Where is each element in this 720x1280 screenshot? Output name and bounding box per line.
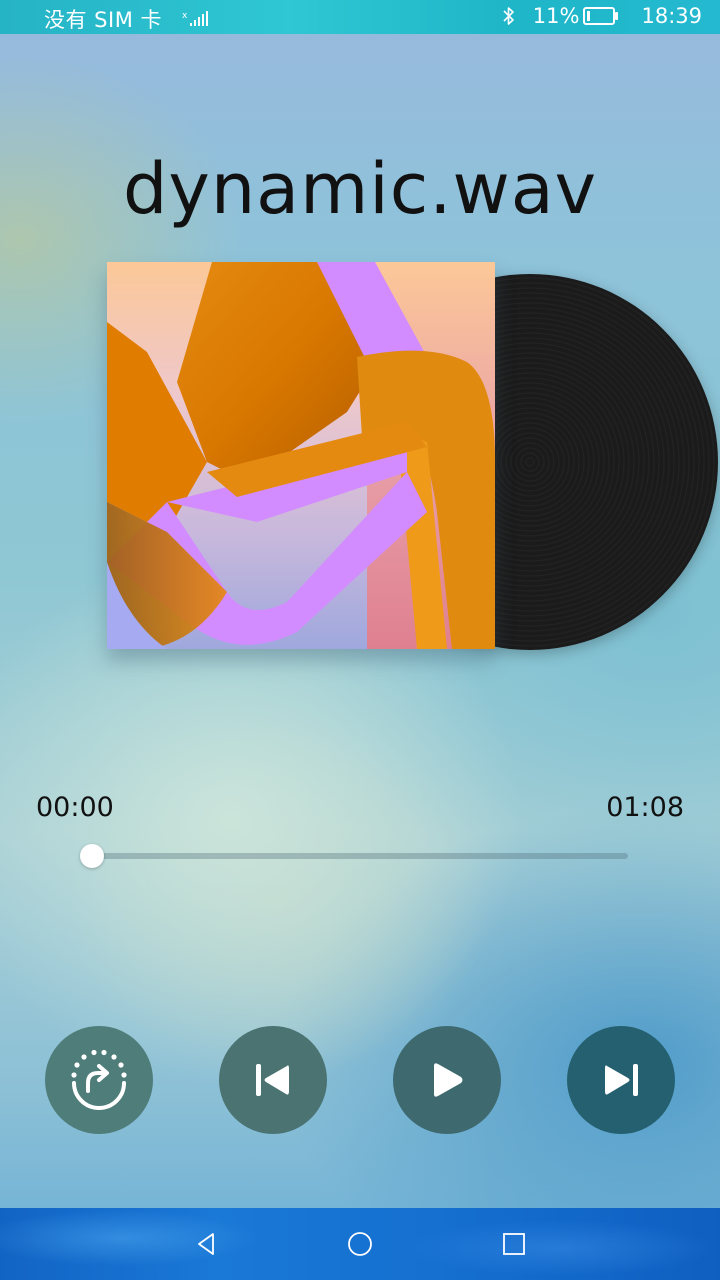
signal-icon: x: [182, 11, 208, 26]
previous-button[interactable]: [219, 1026, 327, 1134]
song-title: dynamic.wav: [122, 148, 598, 230]
svg-text:x: x: [182, 11, 188, 21]
play-button[interactable]: [393, 1026, 501, 1134]
album-cover: [107, 262, 495, 649]
next-button[interactable]: [567, 1026, 675, 1134]
album-art-area: [107, 262, 718, 682]
seek-bar[interactable]: [80, 844, 628, 868]
clock: 18:39: [641, 4, 702, 28]
battery-icon: [583, 7, 619, 25]
repeat-icon: [71, 1049, 127, 1110]
seek-thumb[interactable]: [80, 844, 104, 868]
battery-level-fill: [587, 11, 591, 21]
next-icon: [605, 1064, 638, 1096]
carrier-text: 没有 SIM 卡: [44, 8, 162, 32]
home-icon[interactable]: [346, 1230, 374, 1258]
status-right: 11% 18:39: [501, 4, 702, 28]
navigation-bar: [0, 1208, 720, 1280]
back-icon[interactable]: [193, 1230, 221, 1258]
recents-icon[interactable]: [500, 1230, 528, 1258]
play-icon: [434, 1063, 463, 1097]
total-time: 01:08: [606, 792, 684, 823]
current-time: 00:00: [36, 792, 114, 823]
previous-icon: [256, 1064, 289, 1096]
repeat-button[interactable]: [45, 1026, 153, 1134]
bluetooth-icon: [503, 7, 514, 25]
battery-percent: 11%: [532, 4, 580, 28]
status-bar: 没有 SIM 卡 x 11% 18:39: [0, 0, 720, 34]
